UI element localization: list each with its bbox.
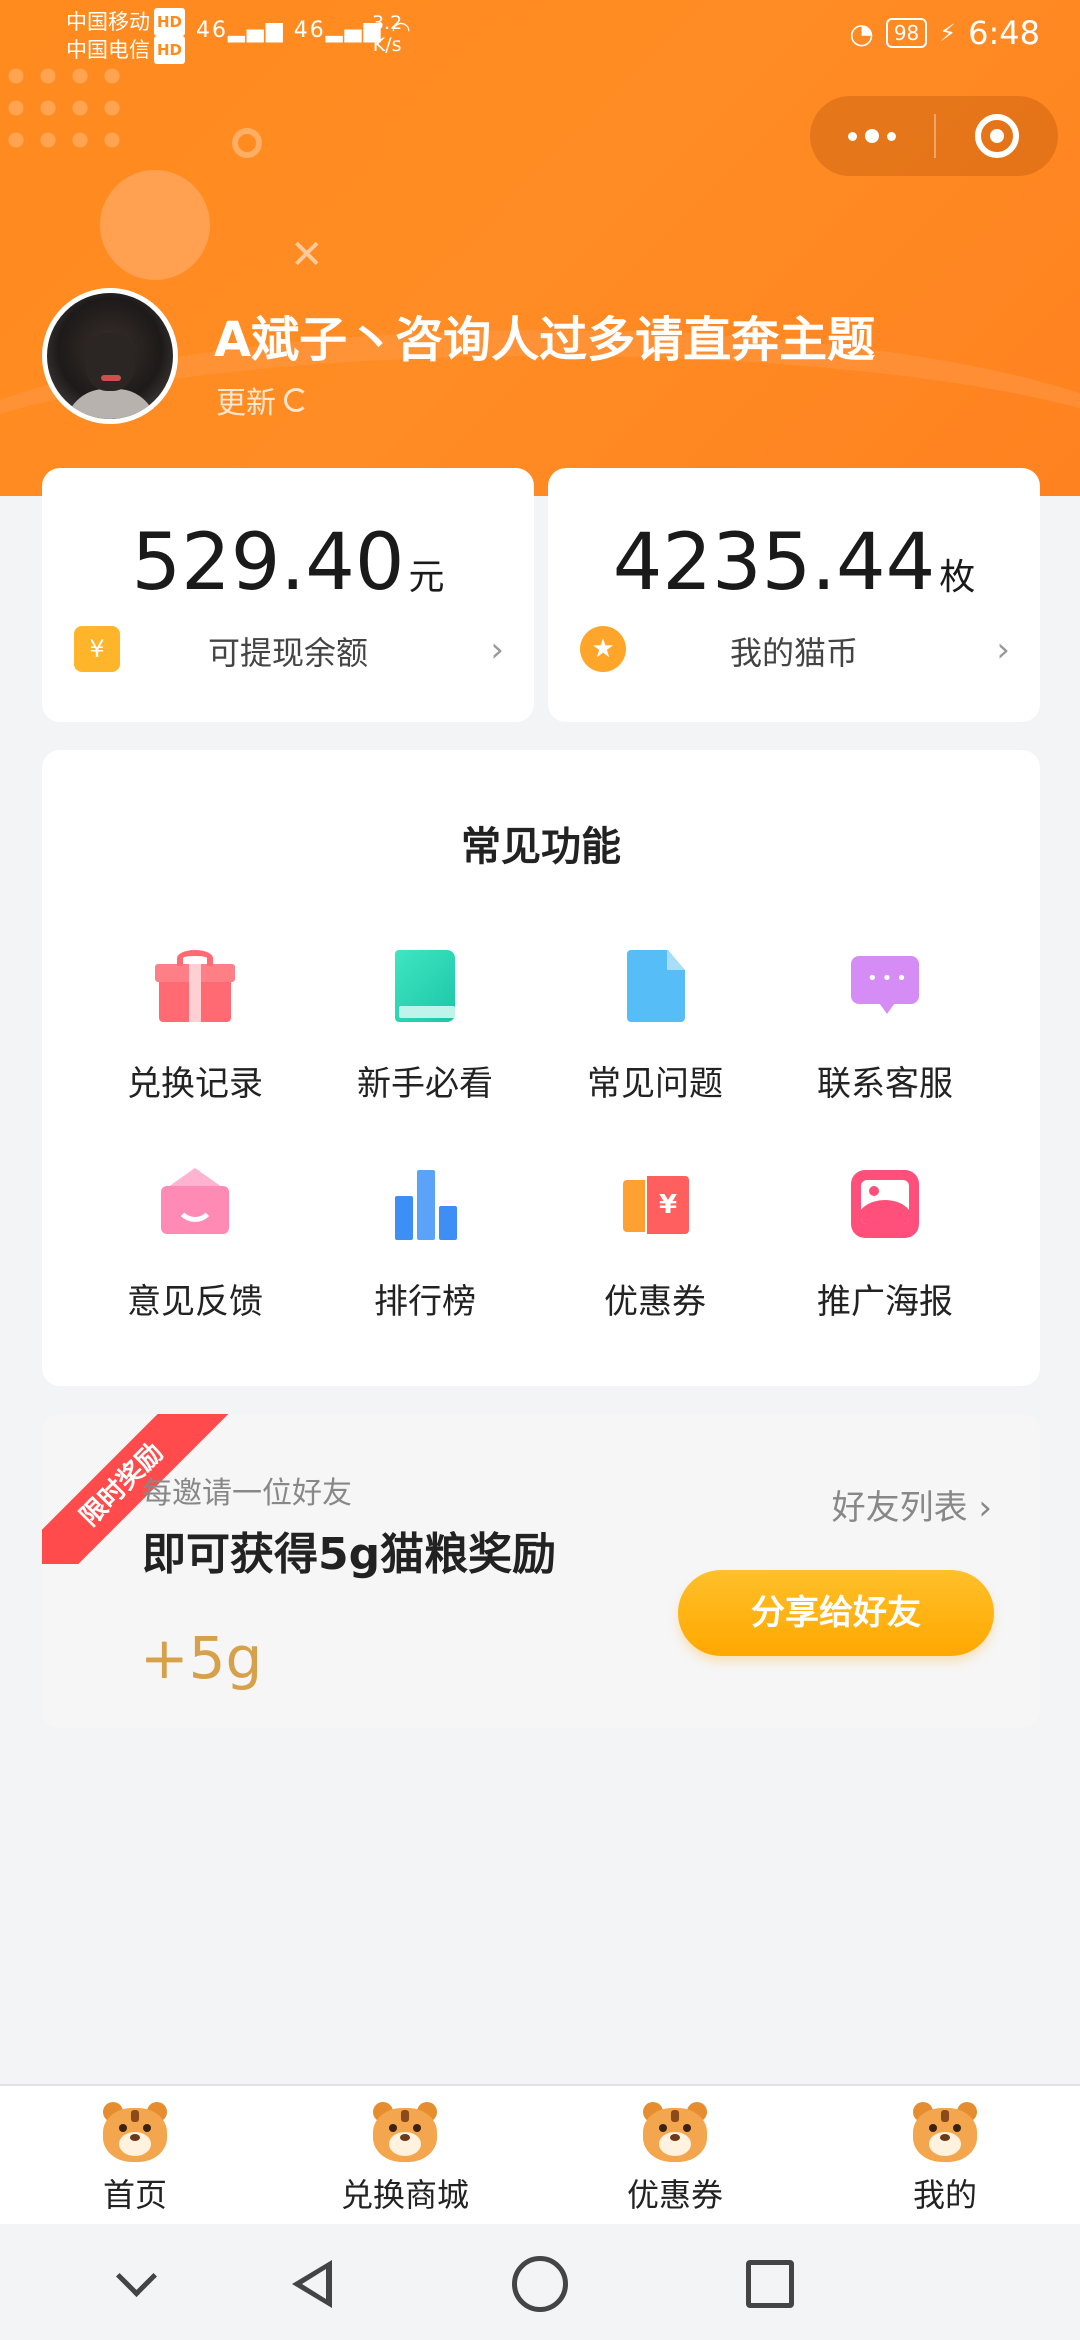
coin-unit: 枚	[939, 557, 976, 598]
friends-list-link[interactable]: 好友列表 ›	[832, 1480, 992, 1529]
feature-label: 联系客服	[817, 1064, 953, 1104]
coupon-icon: ¥	[619, 1168, 691, 1240]
feature-coupons[interactable]: ¥ 优惠券	[540, 1168, 770, 1386]
invite-subtitle: 每邀请一位好友	[142, 1476, 352, 1511]
coin-label: 我的猫币	[729, 634, 858, 672]
carrier-2: 中国电信	[66, 38, 150, 62]
feature-label: 新手必看	[357, 1064, 493, 1104]
status-bar: 中国移动 HD 中国电信 HD 46▂▄▆ 46▂▄▆ ◠ 3.2 K/s ◔ 98…	[0, 0, 1080, 70]
feature-label: 推广海报	[817, 1282, 953, 1322]
tab-mine[interactable]: 我的	[810, 2086, 1080, 2224]
battery-icon: 98	[885, 18, 928, 48]
more-menu-button[interactable]	[810, 96, 934, 176]
feature-feedback[interactable]: 意见反馈	[80, 1168, 310, 1386]
features-grid: 兑换记录 新手必看 常见问题 ••• 联系客服 意见反馈 排行榜 ¥ 优惠券 推…	[42, 950, 1040, 1386]
envelope-icon	[159, 1168, 231, 1240]
profile-header: ✕	[0, 0, 1080, 496]
feature-customer-service[interactable]: ••• 联系客服	[770, 950, 1000, 1168]
dot-icon	[848, 131, 857, 141]
feature-label: 兑换记录	[127, 1064, 263, 1104]
status-right: ◔ 98 ⚡ 6:48	[849, 14, 1040, 52]
tab-label: 优惠券	[626, 2176, 723, 2214]
coin-value: 4235.44	[612, 518, 936, 608]
dot-icon	[865, 129, 879, 143]
feature-label: 常见问题	[587, 1064, 723, 1104]
miniprogram-capsule	[810, 96, 1058, 176]
coin-amount: 4235.44 枚	[548, 518, 1040, 608]
user-nickname: A斌子丶咨询人过多请直奔主题	[214, 312, 876, 368]
bottom-tab-bar: 首页 兑换商城 优惠券 我的	[0, 2084, 1080, 2224]
decorative-circle	[100, 170, 210, 280]
chevron-down-icon[interactable]	[110, 2256, 166, 2312]
chevron-right-icon: ›	[996, 630, 1010, 670]
net-speed: 3.2 K/s	[372, 12, 402, 56]
net-speed-value: 3.2	[372, 12, 403, 34]
common-features-panel: 常见功能 兑换记录 新手必看 常见问题 ••• 联系客服 意见反馈 排行榜 ¥ …	[42, 750, 1040, 1386]
feature-faq[interactable]: 常见问题	[540, 950, 770, 1168]
cat-coin-card[interactable]: 4235.44 枚 ★ 我的猫币 ›	[548, 468, 1040, 722]
charging-icon: ⚡	[939, 19, 957, 47]
cash-unit: 元	[408, 557, 445, 598]
tiger-icon	[97, 2098, 173, 2170]
update-label: 更新	[216, 386, 276, 421]
reward-amount: +5g	[140, 1624, 263, 1692]
decorative-ring	[232, 128, 262, 158]
home-circle-icon[interactable]	[512, 2256, 568, 2312]
back-triangle-icon[interactable]	[284, 2256, 340, 2312]
tab-label: 首页	[102, 2176, 167, 2214]
carrier-info: 中国移动 HD 中国电信 HD	[66, 8, 186, 64]
tab-exchange-mall[interactable]: 兑换商城	[270, 2086, 540, 2224]
recents-square-icon[interactable]	[746, 2260, 794, 2308]
decorative-cross: ✕	[290, 232, 324, 278]
share-to-friends-button[interactable]: 分享给好友	[678, 1570, 994, 1656]
book-icon	[389, 950, 461, 1022]
feature-label: 优惠券	[604, 1282, 706, 1322]
decorative-dots	[0, 60, 120, 150]
speedometer-icon: ◔	[849, 16, 874, 50]
tab-coupons[interactable]: 优惠券	[540, 2086, 810, 2224]
signal-2-label: 46	[293, 18, 326, 43]
feature-beginner-guide[interactable]: 新手必看	[310, 950, 540, 1168]
chat-icon: •••	[849, 950, 921, 1022]
clock: 6:48	[968, 14, 1040, 52]
tiger-icon	[907, 2098, 983, 2170]
target-icon	[975, 114, 1019, 158]
tiger-icon	[367, 2098, 443, 2170]
feature-leaderboard[interactable]: 排行榜	[310, 1168, 540, 1386]
net-speed-unit: K/s	[372, 34, 402, 56]
features-title: 常见功能	[461, 824, 621, 870]
dot-icon	[887, 131, 896, 141]
tab-label: 我的	[912, 2176, 977, 2214]
withdrawable-balance-card[interactable]: 529.40 元 ¥ 可提现余额 ›	[42, 468, 534, 722]
document-icon	[619, 950, 691, 1022]
chevron-right-icon: ›	[490, 630, 504, 670]
hd-badge: HD	[154, 8, 186, 36]
cash-label: 可提现余额	[207, 634, 368, 672]
tab-home[interactable]: 首页	[0, 2086, 270, 2224]
bar-chart-icon	[389, 1168, 461, 1240]
poster-icon	[849, 1168, 921, 1240]
feature-promo-poster[interactable]: 推广海报	[770, 1168, 1000, 1386]
tiger-icon	[637, 2098, 713, 2170]
signal-1-label: 46	[196, 18, 228, 43]
cash-amount: 529.40 元	[42, 518, 534, 608]
close-miniprogram-button[interactable]	[936, 96, 1058, 176]
update-button[interactable]: 更新	[216, 378, 308, 422]
invite-reward-card: 限时奖励 每邀请一位好友 即可获得5g猫粮奖励 +5g 好友列表 › 分享给好友	[42, 1414, 1040, 1728]
avatar[interactable]	[42, 288, 178, 424]
cash-value: 529.40	[131, 518, 405, 608]
system-navigation-bar	[0, 2224, 1080, 2340]
feature-label: 意见反馈	[127, 1282, 263, 1322]
refresh-icon	[284, 388, 308, 412]
feature-exchange-records[interactable]: 兑换记录	[80, 950, 310, 1168]
gift-icon	[155, 950, 235, 1022]
tab-label: 兑换商城	[340, 2176, 469, 2214]
hd-badge: HD	[154, 36, 186, 64]
feature-label: 排行榜	[374, 1282, 476, 1322]
carrier-1: 中国移动	[66, 10, 150, 34]
invite-headline: 即可获得5g猫粮奖励	[142, 1529, 557, 1580]
